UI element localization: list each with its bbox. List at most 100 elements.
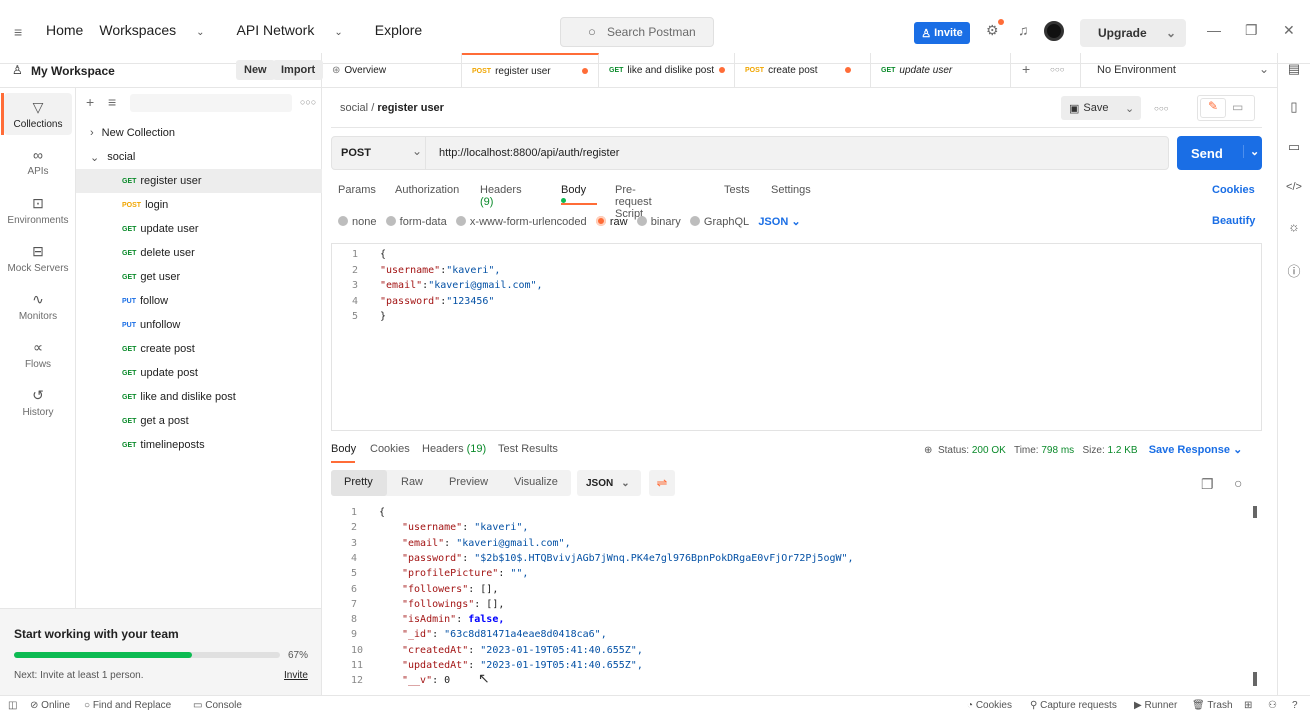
find-replace-button[interactable]: ○ Find and Replace <box>84 700 171 711</box>
comment-icon[interactable]: ▭ <box>1232 100 1243 114</box>
sidebar-item-monitors[interactable]: ∿ Monitors <box>4 285 72 327</box>
scrollbar-thumb-bottom[interactable] <box>1253 672 1257 686</box>
save-button[interactable]: ▣ Save ⌄ <box>1061 96 1141 120</box>
nav-explore[interactable]: Explore <box>375 22 422 38</box>
tree-item[interactable]: GET get a post <box>76 409 322 433</box>
upgrade-button[interactable]: Upgrade ⌄ <box>1080 19 1186 47</box>
new-button[interactable]: New <box>236 60 275 80</box>
copy-icon[interactable]: ❐ <box>1201 476 1214 493</box>
console-button[interactable]: ▭ Console <box>193 700 242 711</box>
breadcrumb-request[interactable]: register user <box>377 102 444 114</box>
minimize-icon[interactable]: — <box>1207 22 1221 38</box>
more-icon[interactable]: ○○○ <box>300 97 316 107</box>
cookies-button[interactable]: ◔ Cookies <box>967 700 1012 711</box>
tab-register-user[interactable]: POST register user <box>462 53 599 87</box>
sidebar-item-collections[interactable]: ▽ Collections <box>1 93 72 135</box>
radio-none[interactable]: none <box>338 216 376 228</box>
cookies-link[interactable]: Cookies <box>1212 184 1255 196</box>
trash-button[interactable]: 🗑 Trash <box>1192 700 1233 711</box>
invite-button[interactable]: ♙ Invite <box>914 22 970 44</box>
avatar[interactable] <box>1044 21 1064 41</box>
comments-icon[interactable]: ▭ <box>1285 139 1303 155</box>
environment-select[interactable]: No Environment ⌄ <box>1080 53 1277 87</box>
tree-item[interactable]: GET create post <box>76 337 322 361</box>
import-button[interactable]: Import <box>273 60 324 80</box>
tab-create-post[interactable]: POST create post <box>735 53 871 87</box>
radio-binary[interactable]: binary <box>636 216 681 228</box>
sidebar-item-mock-servers[interactable]: ⊟ Mock Servers <box>4 237 72 279</box>
tab-params[interactable]: Params <box>338 184 376 196</box>
scrollbar-thumb[interactable] <box>1253 506 1257 518</box>
url-input[interactable]: http://localhost:8800/api/auth/register <box>439 147 619 159</box>
lightbulb-icon[interactable]: ☼ <box>1285 219 1303 234</box>
beautify-link[interactable]: Beautify <box>1212 215 1255 227</box>
close-icon[interactable]: ✕ <box>1283 22 1295 39</box>
edit-icon[interactable]: ✎ <box>1200 98 1226 118</box>
tab-update-user[interactable]: GET update user <box>871 53 1011 87</box>
restore-icon[interactable]: ❐ <box>1245 22 1258 39</box>
tree-item[interactable]: GET update post <box>76 361 322 385</box>
sidebar-item-apis[interactable]: ∞ APIs <box>4 141 72 183</box>
layout-icon[interactable]: ⊞ <box>1244 700 1252 711</box>
radio-urlencoded[interactable]: x-www-form-urlencoded <box>455 216 587 228</box>
tab-headers[interactable]: Headers (9) <box>480 184 522 208</box>
view-preview[interactable]: Preview <box>449 476 488 488</box>
info-icon[interactable]: ⓘ <box>1285 261 1303 280</box>
response-format-select[interactable]: JSON ⌄ <box>577 470 641 496</box>
nav-workspaces[interactable]: Workspaces ⌄ <box>99 22 220 38</box>
tab-authorization[interactable]: Authorization <box>395 184 459 196</box>
documentation-icon[interactable]: ▯ <box>1285 99 1303 115</box>
save-response-button[interactable]: Save Response ⌄ <box>1149 444 1243 456</box>
radio-form-data[interactable]: form-data <box>385 216 447 228</box>
tree-item[interactable]: PUT follow <box>76 289 322 313</box>
tree-item[interactable]: GET like and dislike post <box>76 385 322 409</box>
view-raw[interactable]: Raw <box>401 476 423 488</box>
environment-quicklook-icon[interactable]: ▤ <box>1285 61 1303 77</box>
tab-settings[interactable]: Settings <box>771 184 811 196</box>
more-icon[interactable]: ○○○ <box>1154 104 1169 113</box>
sidebar-toggle-icon[interactable]: ◫ <box>8 700 17 711</box>
settings-icon[interactable]: ⚙ <box>986 22 999 39</box>
tab-like-dislike[interactable]: GET like and dislike post <box>599 53 735 87</box>
more-icon[interactable]: ○○○ <box>1050 65 1065 74</box>
send-button[interactable]: Send ⌄ <box>1177 136 1262 170</box>
wrap-lines-icon[interactable]: ⇌ <box>649 470 675 496</box>
sidebar-item-history[interactable]: ↺ History <box>4 381 72 423</box>
tree-item[interactable]: POST login <box>76 193 322 217</box>
plus-icon[interactable]: + <box>86 94 94 110</box>
format-select[interactable]: JSON ⌄ <box>758 216 800 228</box>
code-icon[interactable]: </> <box>1285 181 1303 193</box>
menu-icon[interactable]: ≡ <box>14 24 22 40</box>
resp-tab-headers[interactable]: Headers (19) <box>422 443 486 455</box>
resp-tab-body[interactable]: Body <box>331 443 356 455</box>
size-value[interactable]: 1.2 KB <box>1108 445 1138 456</box>
workspace-title[interactable]: My Workspace <box>31 64 115 78</box>
radio-raw[interactable]: raw <box>595 216 628 228</box>
chevron-right-icon[interactable]: › <box>90 127 94 139</box>
tree-item[interactable]: PUT unfollow <box>76 313 322 337</box>
capture-requests-button[interactable]: ⚲ Capture requests <box>1030 700 1117 711</box>
nav-home[interactable]: Home <box>46 22 83 38</box>
bell-icon[interactable]: ♫ <box>1018 22 1029 38</box>
breadcrumb-collection[interactable]: social <box>340 102 368 114</box>
status-value[interactable]: 200 OK <box>972 445 1006 456</box>
runner-button[interactable]: ▶ Runner <box>1134 700 1177 711</box>
resp-tab-test-results[interactable]: Test Results <box>498 443 558 455</box>
filter-icon[interactable]: ≡ <box>108 94 116 110</box>
tab-overview[interactable]: ⊛ Overview <box>322 53 462 87</box>
tree-item[interactable]: GET register user <box>76 169 322 193</box>
chevron-down-icon[interactable]: ⌄ <box>90 151 99 164</box>
sidebar-item-flows[interactable]: ∝ Flows <box>4 333 72 375</box>
tree-item[interactable]: GET update user <box>76 217 322 241</box>
time-value[interactable]: 798 ms <box>1041 445 1074 456</box>
view-visualize[interactable]: Visualize <box>514 476 558 488</box>
agent-icon[interactable]: ⚇ <box>1268 700 1277 711</box>
response-body[interactable]: 1 {2 "username": "kaveri", 3 "email": "kaver… <box>331 500 1262 695</box>
request-body-editor[interactable]: 1 {2 "username":"kaveri", 3 "email":"kaveri@… <box>331 243 1262 431</box>
radio-graphql[interactable]: GraphQL <box>689 216 749 228</box>
plus-icon[interactable]: + <box>1022 61 1030 77</box>
tree-item[interactable]: ⌄ social <box>76 145 322 169</box>
view-pretty[interactable]: Pretty <box>344 476 373 488</box>
search-icon[interactable]: ○ <box>1234 475 1242 491</box>
tree-item[interactable]: GET timelineposts <box>76 433 322 457</box>
